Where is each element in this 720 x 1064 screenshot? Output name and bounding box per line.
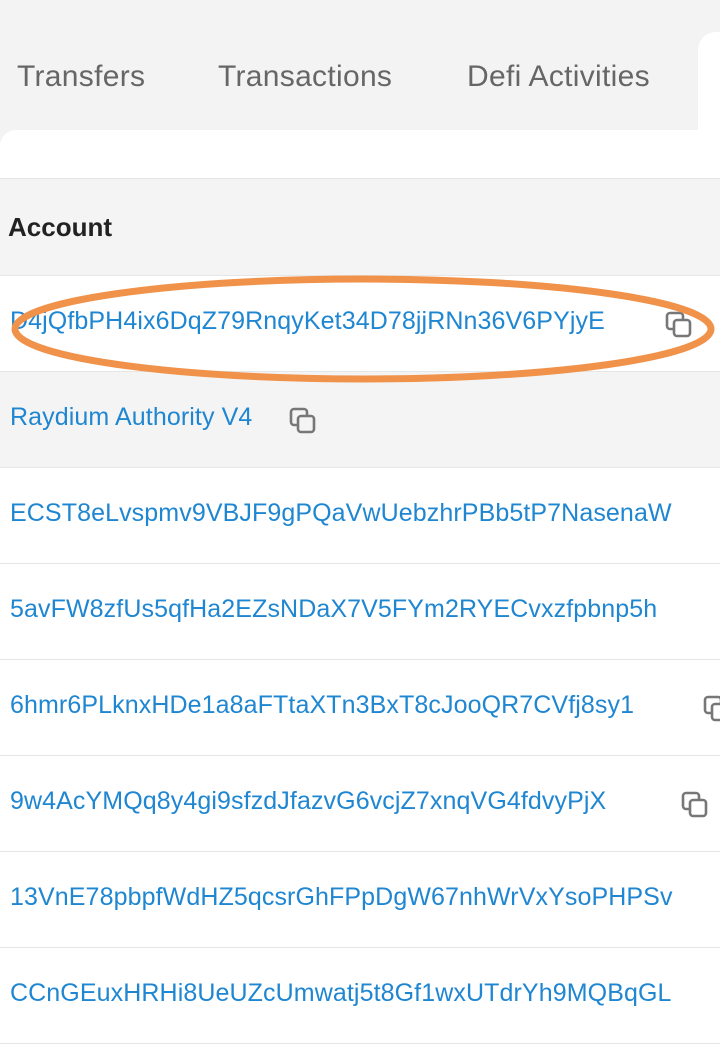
accounts-panel: Account D4jQfbPH4ix6DqZ79RnqyKet34D78jjR…	[0, 130, 720, 1064]
account-link[interactable]: 5avFW8zfUs5qfHa2EZsNDaX7V5FYm2RYECvxzfpb…	[10, 595, 657, 624]
table-row: 6hmr6PLknxHDe1a8aFTtaXTn3BxT8cJooQR7CVfj…	[0, 660, 720, 756]
table-header: Account	[0, 178, 720, 276]
account-link[interactable]: D4jQfbPH4ix6DqZ79RnqyKet34D78jjRNn36V6PY…	[10, 307, 605, 336]
table-row: D4jQfbPH4ix6DqZ79RnqyKet34D78jjRNn36V6PY…	[0, 276, 720, 372]
copy-icon[interactable]	[288, 406, 318, 436]
copy-icon[interactable]	[664, 310, 694, 340]
copy-icon[interactable]	[680, 790, 710, 820]
table-row: 9w4AcYMQq8y4gi9sfzdJfazvG6vcjZ7xnqVG4fdv…	[0, 756, 720, 852]
table-row: Raydium Authority V4	[0, 372, 720, 468]
tab-transfers[interactable]: Transfers	[17, 60, 145, 94]
account-link[interactable]: ECST8eLvspmv9VBJF9gPQaVwUebzhrPBb5tP7Nas…	[10, 499, 672, 528]
tab-bar: Transfers Transactions Defi Activities	[0, 0, 720, 132]
table-row: 13VnE78pbpfWdHZ5qcsrGhFPpDgW67nhWrVxYsoP…	[0, 852, 720, 948]
account-link[interactable]: CCnGEuxHRHi8UeUZcUmwatj5t8Gf1wxUTdrYh9MQ…	[10, 979, 672, 1008]
column-header-account: Account	[8, 212, 112, 242]
table-row: ECST8eLvspmv9VBJF9gPQaVwUebzhrPBb5tP7Nas…	[0, 468, 720, 564]
copy-icon[interactable]	[702, 694, 720, 724]
tab-defi-activities[interactable]: Defi Activities	[467, 60, 650, 94]
account-link[interactable]: Raydium Authority V4	[10, 403, 252, 432]
table-row: 5avFW8zfUs5qfHa2EZsNDaX7V5FYm2RYECvxzfpb…	[0, 564, 720, 660]
tab-transactions[interactable]: Transactions	[218, 60, 392, 94]
table-row: CCnGEuxHRHi8UeUZcUmwatj5t8Gf1wxUTdrYh9MQ…	[0, 948, 720, 1044]
account-link[interactable]: 13VnE78pbpfWdHZ5qcsrGhFPpDgW67nhWrVxYsoP…	[10, 883, 673, 912]
account-link[interactable]: 6hmr6PLknxHDe1a8aFTtaXTn3BxT8cJooQR7CVfj…	[10, 691, 634, 720]
tab-active-edge[interactable]	[698, 32, 720, 132]
account-link[interactable]: 9w4AcYMQq8y4gi9sfzdJfazvG6vcjZ7xnqVG4fdv…	[10, 787, 606, 816]
